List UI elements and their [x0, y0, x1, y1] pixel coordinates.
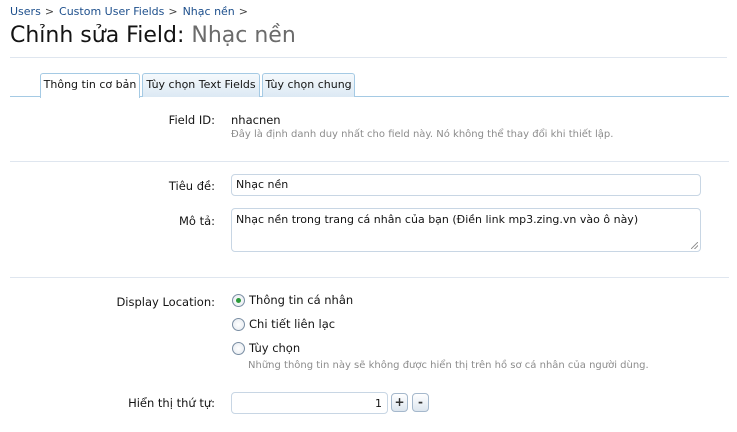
title-input[interactable]: Nhạc nền: [231, 174, 701, 196]
tab-text-field-options[interactable]: Tùy chọn Text Fields: [142, 73, 260, 97]
breadcrumb-separator: >: [168, 5, 178, 18]
display-order-input[interactable]: 1: [231, 392, 388, 414]
description-label: Mô tả:: [178, 214, 215, 228]
description-text: Nhạc nền trong trang cá nhân của bạn (Đi…: [236, 213, 639, 226]
display-location-hint: Những thông tin này sẽ không được hiển t…: [248, 360, 649, 371]
tab-bar: Thông tin cơ bản Tùy chọn Text Fields Tù…: [10, 73, 729, 98]
display-location-label: Display Location:: [116, 295, 215, 309]
tab-general-options[interactable]: Tùy chọn chung: [262, 73, 355, 97]
description-textarea[interactable]: Nhạc nền trong trang cá nhân của bạn (Đi…: [231, 208, 701, 252]
breadcrumb-current-field-link[interactable]: Nhạc nền: [183, 5, 235, 18]
breadcrumb-separator: >: [44, 5, 55, 18]
page-title: Chỉnh sửa Field: Nhạc nền: [10, 23, 296, 48]
breadcrumb: Users > Custom User Fields > Nhạc nền >: [10, 5, 253, 18]
title-divider: [10, 57, 727, 58]
radio-unchecked-icon[interactable]: [232, 318, 245, 331]
field-id-value: nhacnen: [231, 113, 281, 127]
page-title-prefix: Chỉnh sửa Field:: [10, 23, 185, 48]
field-id-label: Field ID:: [168, 113, 215, 127]
radio-option-label: Tùy chọn: [249, 341, 301, 355]
section-divider: [10, 161, 729, 162]
section-divider: [10, 277, 729, 278]
breadcrumb-custom-user-fields-link[interactable]: Custom User Fields: [59, 5, 164, 18]
radio-option-label: Chi tiết liên lạc: [249, 317, 336, 331]
breadcrumb-separator: >: [238, 5, 248, 18]
increment-button[interactable]: +: [391, 393, 408, 412]
radio-unchecked-icon[interactable]: [232, 342, 245, 355]
radio-checked-icon[interactable]: [232, 294, 245, 307]
radio-option-label: Thông tin cá nhân: [249, 293, 354, 307]
field-id-hint: Đây là định danh duy nhất cho field này.…: [231, 129, 614, 140]
decrement-button[interactable]: -: [412, 393, 429, 412]
display-order-label: Hiển thị thứ tự:: [128, 396, 215, 410]
title-label: Tiêu đề:: [168, 179, 215, 193]
page-title-field-name: Nhạc nền: [191, 23, 296, 48]
resize-grip-icon[interactable]: [691, 242, 698, 249]
breadcrumb-users-link[interactable]: Users: [10, 5, 41, 18]
tab-basic-info[interactable]: Thông tin cơ bản: [40, 73, 140, 98]
